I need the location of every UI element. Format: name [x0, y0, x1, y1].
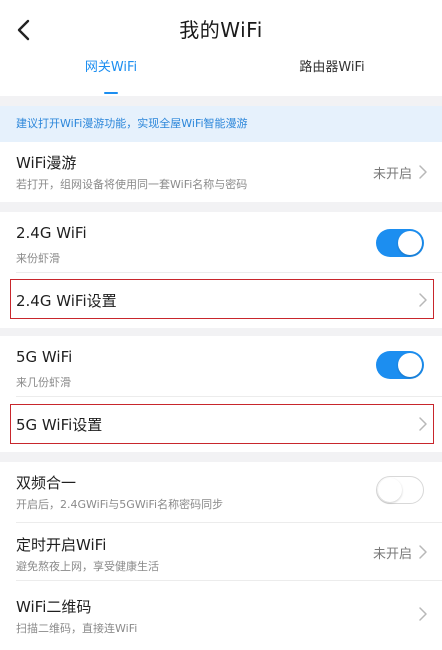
- wifi-roaming-title: WiFi漫游: [16, 154, 77, 172]
- tab-gateway-wifi-label: 网关WiFi: [84, 60, 138, 75]
- chevron-right-icon: [419, 607, 427, 621]
- dual-band-row: 双频合一 开启后，2.4GWiFi与5GWiFi名称密码同步: [0, 462, 442, 522]
- wifi-24g-settings-row[interactable]: 2.4G WiFi设置: [0, 272, 442, 328]
- chevron-right-icon: [419, 545, 427, 559]
- chevron-right-icon: [419, 165, 427, 179]
- toggle-knob: [398, 231, 422, 255]
- wifi-24g-toggle[interactable]: [376, 229, 424, 257]
- tab-router-wifi-label: 路由器WiFi: [299, 60, 365, 75]
- dual-band-subtitle: 开启后，2.4GWiFi与5GWiFi名称密码同步: [16, 498, 224, 511]
- wifi-24g-row: 2.4G WiFi 来份虾滑: [0, 212, 442, 272]
- wifi-qrcode-subtitle: 扫描二维码，直接连WiFi: [16, 622, 138, 635]
- tab-router-wifi[interactable]: 路由器WiFi: [292, 58, 372, 94]
- divider: [16, 396, 442, 397]
- wifi-24g-ssid: 来份虾滑: [16, 252, 60, 265]
- wifi-5g-toggle[interactable]: [376, 351, 424, 379]
- divider: [16, 272, 442, 273]
- wifi-5g-settings-title: 5G WiFi设置: [16, 416, 103, 434]
- schedule-wifi-title: 定时开启WiFi: [16, 536, 107, 554]
- wifi-roaming-status: 未开启: [372, 167, 412, 182]
- tab-active-indicator: [104, 92, 118, 94]
- header: 我的WiFi 网关WiFi 路由器WiFi: [0, 0, 442, 96]
- page-title: 我的WiFi: [179, 18, 263, 42]
- dual-band-title: 双频合一: [16, 474, 77, 492]
- wifi-qrcode-title: WiFi二维码: [16, 598, 92, 616]
- roaming-tip-banner: 建议打开WiFi漫游功能，实现全屋WiFi智能漫游: [0, 106, 442, 142]
- toggle-knob: [378, 478, 402, 502]
- divider: [16, 522, 442, 523]
- wifi-24g-title: 2.4G WiFi: [16, 224, 87, 242]
- toggle-knob: [398, 353, 422, 377]
- schedule-wifi-subtitle: 避免熬夜上网，享受健康生活: [16, 560, 159, 573]
- wifi-5g-row: 5G WiFi 来几份虾滑: [0, 336, 442, 396]
- wifi-24g-settings-title: 2.4G WiFi设置: [16, 292, 117, 310]
- wifi-5g-title: 5G WiFi: [16, 348, 73, 366]
- wifi-5g-ssid: 来几份虾滑: [16, 376, 71, 389]
- dual-band-toggle[interactable]: [376, 476, 424, 504]
- wifi-qrcode-row[interactable]: WiFi二维码 扫描二维码，直接连WiFi: [0, 580, 442, 650]
- tab-gateway-wifi[interactable]: 网关WiFi: [78, 58, 144, 94]
- schedule-wifi-row[interactable]: 定时开启WiFi 避免熬夜上网，享受健康生活 未开启: [0, 522, 442, 580]
- schedule-wifi-status: 未开启: [372, 547, 412, 562]
- chevron-right-icon: [419, 417, 427, 431]
- wifi-roaming-subtitle: 若打开，组网设备将使用同一套WiFi名称与密码: [16, 178, 248, 191]
- chevron-right-icon: [419, 293, 427, 307]
- wifi-roaming-row[interactable]: WiFi漫游 若打开，组网设备将使用同一套WiFi名称与密码 未开启: [0, 142, 442, 202]
- wifi-5g-settings-row[interactable]: 5G WiFi设置: [0, 396, 442, 452]
- divider: [16, 580, 442, 581]
